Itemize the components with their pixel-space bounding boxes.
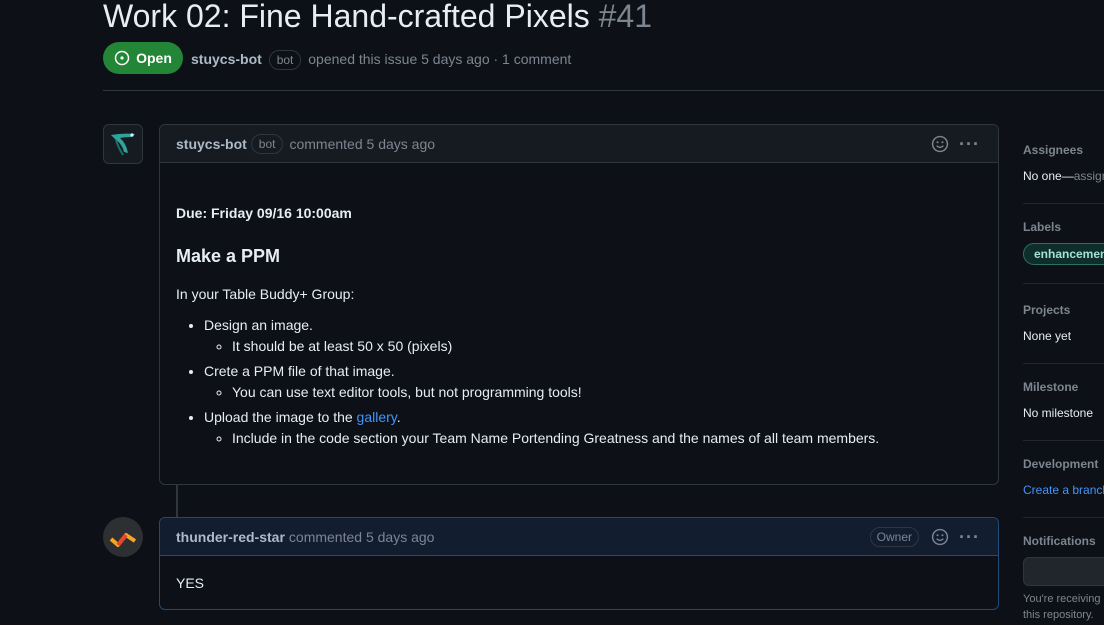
sidebar-divider [1023,517,1104,518]
issue-comment: stuycs-bot bot commented 5 days ago ··· … [159,124,999,485]
sidebar-milestone-value: No milestone [1023,406,1094,420]
issue-status-badge: Open [103,42,183,74]
list-item-text: Upload the image to the [204,409,357,425]
issue-open-icon [114,50,130,66]
list-item: Crete a PPM file of that image. You can … [204,361,879,403]
create-branch-link[interactable]: Create a branch [1023,483,1104,497]
issue-number: #41 [598,0,652,34]
issue-title: Work 02: Fine Hand-crafted Pixels #41 [103,0,652,36]
sidebar-divider [1023,440,1104,441]
user-avatar-icon [109,533,137,547]
subscribe-button[interactable] [1023,557,1104,586]
comment-intro: In your Table Buddy+ Group: [176,286,355,302]
timeline-line [176,485,178,517]
bot-badge: bot [268,50,302,70]
assign-yourself-link[interactable]: assign yourself [1074,169,1104,183]
sub-list-item: Include in the code section your Team Na… [232,428,879,449]
smiley-icon[interactable] [931,528,949,546]
issue-status-label: Open [136,50,172,66]
notifications-text-line: You're receiving [1023,593,1101,605]
notifications-text-line: this repository. [1023,609,1094,621]
assignees-none: No one— [1023,169,1074,183]
sidebar-divider [1023,363,1104,364]
list-item-text: Crete a PPM file of that image. [204,363,395,379]
gallery-link[interactable]: gallery [357,409,397,425]
sidebar-milestone-label[interactable]: Milestone [1023,380,1078,394]
sidebar-development-label[interactable]: Development [1023,457,1098,471]
kebab-menu-icon[interactable]: ··· [959,135,980,153]
task-list: Design an image. It should be at least 5… [176,315,879,453]
list-item: Upload the image to the gallery. Include… [204,407,879,449]
comment-header: thunder-red-star commented 5 days ago Ow… [160,518,998,556]
label-badge[interactable]: enhancement [1023,243,1104,265]
smiley-icon[interactable] [931,135,949,153]
sidebar-projects-label[interactable]: Projects [1023,303,1070,317]
due-date: Due: Friday 09/16 10:00am [176,205,352,221]
comment-heading: Make a PPM [176,246,281,266]
kebab-menu-icon[interactable]: ··· [959,528,980,546]
bot-avatar-icon [111,133,135,156]
list-item-text: Design an image. [204,317,313,333]
issue-meta: stuycs-bot bot opened this issue 5 days … [191,49,571,70]
sidebar-projects-value: None yet [1023,329,1072,343]
sub-list-item: You can use text editor tools, but not p… [232,382,879,403]
bot-badge: bot [250,133,284,154]
avatar[interactable] [103,517,143,557]
sidebar-assignees-label[interactable]: Assignees [1023,143,1083,157]
header-divider [103,90,1104,91]
comment-actions: ··· [931,125,980,163]
issue-comment: thunder-red-star commented 5 days ago Ow… [159,517,999,610]
list-item: Design an image. It should be at least 5… [204,315,879,357]
sidebar-labels-label[interactable]: Labels [1023,220,1061,234]
sidebar-divider [1023,203,1104,204]
sub-list-item: It should be at least 50 x 50 (pixels) [232,336,879,357]
issue-meta-text: opened this issue 5 days ago · 1 comment [308,51,572,67]
issue-title-text: Work 02: Fine Hand-crafted Pixels [103,0,590,34]
notifications-text: You're receiving this repository. [1023,591,1101,623]
sidebar-assignees-value: No one—assign yourself [1023,169,1104,183]
comment-header: stuycs-bot bot commented 5 days ago ··· [160,125,998,163]
owner-badge: Owner [869,527,920,547]
comment-actions: Owner ··· [869,518,980,556]
comment-text: YES [176,575,205,591]
comment-timestamp[interactable]: commented 5 days ago [289,529,435,545]
comment-author[interactable]: thunder-red-star [176,529,285,545]
comment-author[interactable]: stuycs-bot [176,136,247,152]
sidebar-divider [1023,283,1104,284]
avatar[interactable] [103,124,143,164]
list-item-text-end: . [396,409,401,425]
sidebar-notifications-label: Notifications [1023,534,1096,548]
issue-author-link[interactable]: stuycs-bot [191,51,262,67]
comment-timestamp[interactable]: commented 5 days ago [289,136,435,152]
